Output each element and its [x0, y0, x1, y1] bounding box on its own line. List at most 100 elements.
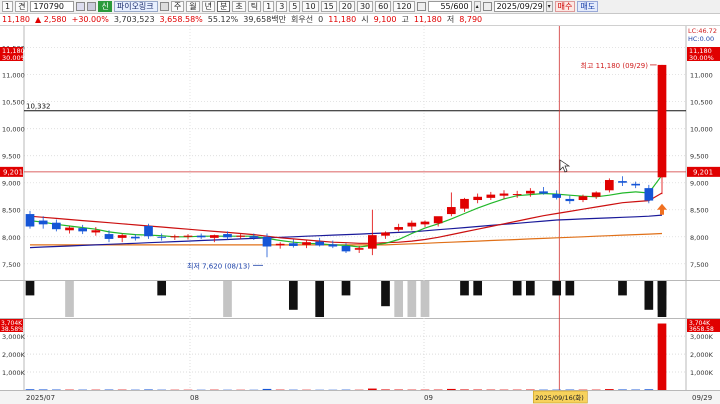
candle-body — [78, 228, 88, 232]
open-label: 시 — [361, 15, 369, 24]
date-axis: 2025/07 08 09 09/29 2025/09/16(화) — [0, 390, 720, 404]
volume-chart[interactable]: 3,704K 38.58% 3,704K 3658.58 3,000K2,000… — [0, 318, 720, 390]
candle-body — [170, 236, 180, 238]
candle-body — [407, 222, 417, 227]
signal-bar — [157, 281, 167, 296]
signal-bar — [407, 281, 417, 317]
interval-tick[interactable]: 틱 — [247, 1, 262, 12]
candle-body — [51, 222, 61, 230]
date-spin-icon[interactable]: ▾ — [545, 1, 553, 12]
minute-60[interactable]: 60 — [375, 1, 392, 12]
left-current-pct: 30.00% — [2, 54, 27, 62]
page-count-input[interactable]: 55/600 — [427, 1, 472, 12]
minute-10[interactable]: 10 — [302, 1, 319, 12]
signal-bar — [315, 281, 325, 317]
x-label-sep: 09 — [424, 394, 433, 402]
x-label-jul: 2025/07 — [26, 394, 55, 402]
signal-bar — [512, 281, 522, 296]
left-price-tick: 9,000 — [2, 180, 21, 188]
candle-body — [460, 198, 469, 209]
list-icon[interactable] — [87, 2, 97, 11]
right-price-tick: 10,500 — [690, 99, 713, 107]
minute-1[interactable]: 1 — [263, 1, 275, 12]
date-input[interactable]: 2025/09/29 — [493, 1, 544, 12]
buy-button[interactable]: 매수 — [554, 1, 576, 12]
left-price-tick: 9,500 — [2, 153, 21, 161]
signal-bar — [644, 281, 654, 310]
stock-code-input[interactable]: 170790 — [30, 1, 75, 12]
max-price-annotation: 최고 11,180 (09/29) — [581, 61, 649, 70]
candle-body — [473, 196, 483, 201]
right-crosshair-value: 9,201 — [693, 168, 713, 176]
candle-body — [618, 181, 627, 183]
calendar-icon[interactable] — [482, 2, 492, 11]
period-selector[interactable]: 견 — [15, 1, 29, 12]
left-price-tick: 10,500 — [2, 99, 25, 107]
candle-body — [144, 225, 153, 237]
quote-info-row: 11,180 ▲ 2,580 +30.00% 3,703,523 3,658.5… — [0, 14, 720, 26]
price-change-pct: +30.00% — [71, 15, 109, 24]
candle-body — [591, 192, 601, 197]
interval-month[interactable]: 월 — [186, 1, 200, 12]
spin-icon[interactable]: ▴ — [473, 1, 481, 12]
chart-settings-icon[interactable] — [159, 2, 169, 11]
signal-bar — [657, 281, 667, 310]
candle-body — [302, 242, 311, 245]
cursor-date: 2025/09/16(화) — [535, 394, 584, 402]
candle-body — [117, 235, 127, 238]
right-price-tick: 11,000 — [690, 72, 713, 80]
signal-bar — [460, 281, 469, 296]
reference-line-label: 10,332 — [26, 103, 51, 111]
sell-button[interactable]: 매도 — [577, 1, 599, 12]
signal-bar — [288, 281, 298, 310]
minute-3[interactable]: 3 — [276, 1, 288, 12]
right-volume-pct: 3658.58 — [689, 326, 714, 333]
candle-body — [249, 236, 259, 238]
new-listing-badge: 신 — [98, 1, 112, 12]
right-volume-tick: 2,000K — [690, 351, 714, 359]
lc-value: LC:46.72 — [688, 27, 717, 35]
candle-body — [631, 183, 641, 186]
candle-body — [486, 194, 496, 198]
min-price-annotation: 최저 7,620 (08/13) — [187, 261, 250, 270]
left-volume-tick: 2,000K — [2, 351, 26, 359]
last-price: 11,180 — [328, 15, 357, 24]
candle-body — [104, 234, 114, 239]
candle-body — [196, 235, 206, 238]
candle-body — [38, 220, 48, 225]
minute-20[interactable]: 20 — [338, 1, 355, 12]
right-price-tick: 8,000 — [690, 234, 709, 242]
interval-second[interactable]: 초 — [232, 1, 246, 12]
interval-week[interactable]: 주 — [170, 1, 185, 12]
candle-body — [394, 227, 404, 230]
high-label: 고 — [401, 15, 409, 24]
volume-pct: 3,658.58% — [159, 15, 203, 24]
candle-body — [328, 244, 338, 247]
dropdown-icon[interactable] — [416, 2, 426, 11]
chart-type-button[interactable]: 1 — [2, 1, 14, 12]
candle-body — [183, 235, 193, 237]
interval-minute[interactable]: 분 — [216, 1, 231, 12]
signal-bar — [381, 281, 390, 307]
minute-15[interactable]: 15 — [320, 1, 337, 12]
price-change: ▲ 2,580 — [35, 15, 67, 24]
minute-30[interactable]: 30 — [356, 1, 374, 12]
candle-body — [262, 236, 272, 247]
price-chart[interactable]: 11,50011,00010,50010,0009,5009,0008,5008… — [0, 26, 720, 280]
candle — [657, 64, 667, 195]
minute-5[interactable]: 5 — [289, 1, 301, 12]
signal-chart[interactable] — [0, 280, 720, 318]
right-price-tick: 9,500 — [690, 153, 709, 161]
right-volume-tick: 3,000K — [690, 333, 714, 341]
candle-body — [288, 243, 298, 246]
signal-bar — [552, 281, 562, 296]
candle-body — [565, 198, 575, 202]
candle-body — [65, 227, 74, 231]
right-price-tick: 7,500 — [690, 261, 709, 269]
minute-120[interactable]: 120 — [393, 1, 415, 12]
candle-body — [91, 230, 101, 233]
interval-year[interactable]: 년 — [201, 1, 215, 12]
candle-body — [223, 234, 232, 238]
search-icon[interactable] — [76, 2, 86, 11]
left-price-tick: 8,500 — [2, 207, 21, 215]
